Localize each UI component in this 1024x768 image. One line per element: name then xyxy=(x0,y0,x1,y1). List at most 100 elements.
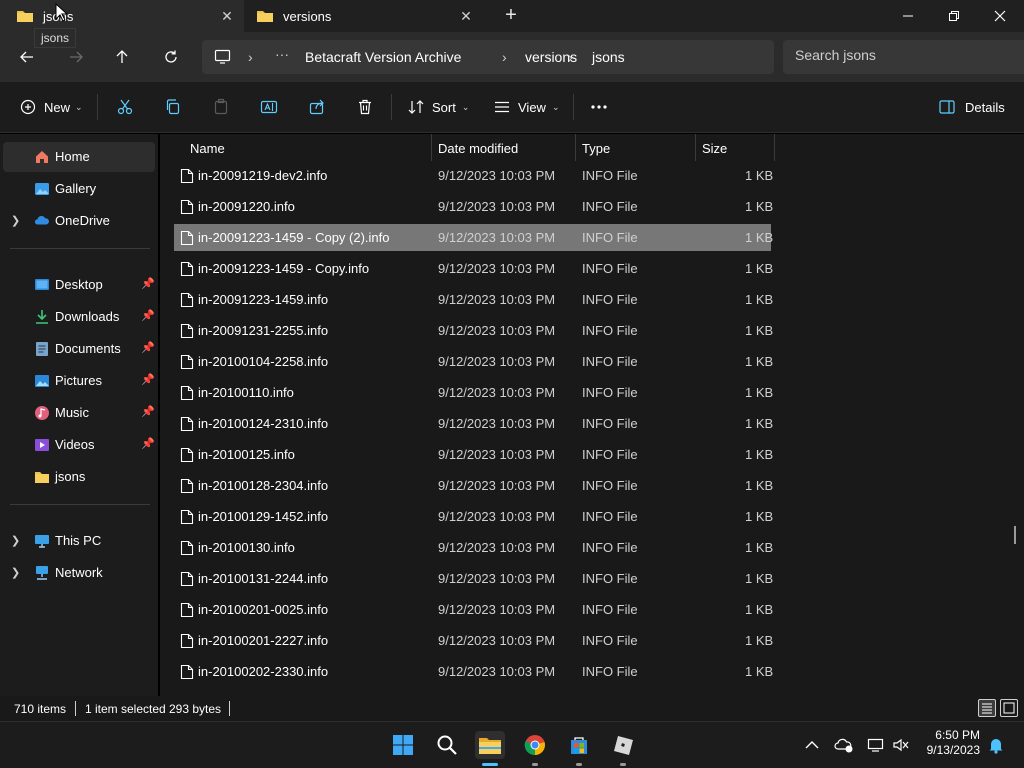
file-row[interactable]: in-20100104-2258.info 9/12/2023 10:03 PM I… xyxy=(174,348,773,375)
home-icon xyxy=(36,151,48,163)
chrome-taskbar-button[interactable] xyxy=(520,731,550,759)
file-icon xyxy=(180,323,194,342)
minimize-button[interactable] xyxy=(885,0,931,32)
column-header-type[interactable]: Type xyxy=(576,134,694,161)
file-row[interactable]: in-20100129-1452.info 9/12/2023 10:03 PM I… xyxy=(174,503,773,530)
file-row[interactable]: in-20091223-1459.info 9/12/2023 10:03 PM I… xyxy=(174,286,773,313)
sort-button[interactable]: Sort ⌄ xyxy=(408,94,469,120)
up-button[interactable] xyxy=(108,44,136,70)
file-type: INFO File xyxy=(582,633,638,648)
file-row[interactable]: in-20100130.info 9/12/2023 10:03 PM INFO F… xyxy=(174,534,773,561)
file-row[interactable]: in-20091231-2255.info 9/12/2023 10:03 PM I… xyxy=(174,317,773,344)
gallery-icon xyxy=(35,183,49,195)
tab-versions[interactable]: versions ✕ xyxy=(244,0,484,32)
show-hidden-icons-button[interactable] xyxy=(799,731,825,759)
column-divider[interactable] xyxy=(774,134,775,161)
file-row[interactable]: in-20100128-2304.info 9/12/2023 10:03 PM I… xyxy=(174,472,773,499)
search-box[interactable] xyxy=(783,40,1024,74)
chevron-right-icon[interactable]: ❯ xyxy=(11,214,20,227)
file-date: 9/12/2023 10:03 PM xyxy=(438,261,556,276)
address-bar[interactable]: › ··· Betacraft Version Archive › versio… xyxy=(202,40,774,74)
chevron-right-icon[interactable]: › xyxy=(502,49,507,65)
store-taskbar-button[interactable] xyxy=(564,731,594,759)
share-button[interactable] xyxy=(308,94,326,120)
large-icons-view-button[interactable] xyxy=(1000,699,1018,717)
sidebar-item-downloads[interactable]: Downloads 📌 xyxy=(0,302,156,332)
details-view-button[interactable] xyxy=(978,699,996,717)
file-icon xyxy=(180,602,194,621)
column-header-name[interactable]: Name ⌃ xyxy=(182,134,432,161)
system-clock[interactable]: 6:50 PM 9/13/2023 xyxy=(918,728,980,758)
paste-button[interactable] xyxy=(212,94,230,120)
file-row-partial[interactable] xyxy=(174,689,771,696)
sidebar-item-home[interactable]: Home xyxy=(3,142,155,172)
file-row[interactable]: in-20091223-1459 - Copy.info 9/12/2023 10… xyxy=(174,255,773,282)
close-tab-icon[interactable]: ✕ xyxy=(218,7,236,25)
more-locations-icon[interactable]: ··· xyxy=(275,46,289,62)
restore-button[interactable] xyxy=(931,0,977,32)
breadcrumb-betacraft[interactable]: Betacraft Version Archive xyxy=(305,49,461,65)
delete-button[interactable] xyxy=(356,94,374,120)
file-row[interactable]: in-20100125.info 9/12/2023 10:03 PM INFO F… xyxy=(174,441,774,468)
file-row[interactable]: in-20100201-2227.info 9/12/2023 10:03 PM I… xyxy=(174,627,773,654)
onedrive-tray-button[interactable] xyxy=(831,731,857,759)
chevron-down-icon: ⌄ xyxy=(551,101,560,112)
sidebar-item-onedrive[interactable]: ❯ OneDrive xyxy=(0,206,156,236)
file-row[interactable]: in-20100131-2244.info 9/12/2023 10:03 PM I… xyxy=(174,565,773,592)
file-icon xyxy=(180,447,194,466)
notifications-button[interactable] xyxy=(983,731,1009,759)
sidebar-item-desktop[interactable]: Desktop 📌 xyxy=(0,270,156,300)
file-name: in-20091223-1459 - Copy (2).info xyxy=(198,230,390,245)
details-button[interactable]: Details xyxy=(939,94,1005,120)
file-explorer-taskbar-button[interactable] xyxy=(475,731,505,759)
sidebar-item-gallery[interactable]: Gallery xyxy=(0,174,156,204)
file-row[interactable]: in-20091220.info 9/12/2023 10:03 PM INFO F… xyxy=(174,193,773,220)
search-taskbar-button[interactable] xyxy=(432,731,462,759)
close-window-button[interactable] xyxy=(977,0,1023,32)
sidebar-item-pictures[interactable]: Pictures 📌 xyxy=(0,366,156,396)
sidebar-item-this-pc[interactable]: ❯ This PC xyxy=(0,526,156,556)
file-icon xyxy=(180,168,194,187)
refresh-button[interactable] xyxy=(157,44,185,70)
sidebar-item-music[interactable]: Music 📌 xyxy=(0,398,156,428)
close-tab-icon[interactable]: ✕ xyxy=(457,7,475,25)
start-button[interactable] xyxy=(388,731,418,759)
file-name: in-20100202-2330.info xyxy=(198,664,329,679)
file-row[interactable]: in-20091219-dev2.info 9/12/2023 10:03 PM I… xyxy=(174,162,773,189)
copy-button[interactable] xyxy=(164,94,182,120)
volume-tray-button[interactable] xyxy=(888,731,914,759)
file-size: 1 KB xyxy=(745,447,774,462)
sidebar-item-network[interactable]: ❯ Network xyxy=(0,558,156,588)
file-type: INFO File xyxy=(582,509,638,524)
vertical-scrollbar[interactable] xyxy=(1014,526,1016,544)
folder-icon xyxy=(17,11,33,22)
see-more-button[interactable] xyxy=(590,94,608,120)
sidebar-item-videos[interactable]: Videos 📌 xyxy=(0,430,156,460)
new-button[interactable]: New ⌄ xyxy=(20,94,83,120)
chevron-right-icon[interactable]: ❯ xyxy=(11,534,20,547)
view-button[interactable]: View ⌄ xyxy=(494,94,560,120)
chevron-right-icon[interactable]: › xyxy=(568,49,573,65)
network-tray-button[interactable] xyxy=(863,731,889,759)
search-input[interactable] xyxy=(795,47,1015,63)
rename-button[interactable] xyxy=(260,94,278,120)
file-row[interactable]: in-20100124-2310.info 9/12/2023 10:03 PM I… xyxy=(174,410,773,437)
chevron-right-icon[interactable]: ❯ xyxy=(11,566,20,579)
roblox-taskbar-button[interactable] xyxy=(608,731,638,759)
file-row[interactable]: in-20100201-0025.info 9/12/2023 10:03 PM I… xyxy=(174,596,773,623)
breadcrumb-jsons[interactable]: jsons xyxy=(592,49,625,65)
column-header-date[interactable]: Date modified xyxy=(432,134,575,161)
cut-button[interactable] xyxy=(116,94,134,120)
folder-icon xyxy=(35,472,49,483)
sidebar-item-jsons[interactable]: jsons xyxy=(0,462,156,492)
file-icon xyxy=(180,385,194,404)
new-tab-button[interactable]: + xyxy=(500,5,522,27)
column-header-size[interactable]: Size xyxy=(696,134,774,161)
file-row[interactable]: in-20091223-1459 - Copy (2).info 9/12/202… xyxy=(174,224,773,251)
desktop-icon xyxy=(35,279,49,290)
sidebar-item-documents[interactable]: Documents 📌 xyxy=(0,334,156,364)
file-row[interactable]: in-20100202-2330.info 9/12/2023 10:03 PM I… xyxy=(174,658,773,685)
file-row[interactable]: in-20100110.info 9/12/2023 10:03 PM INFO F… xyxy=(174,379,773,406)
file-icon xyxy=(180,664,194,683)
file-icon xyxy=(180,540,194,559)
